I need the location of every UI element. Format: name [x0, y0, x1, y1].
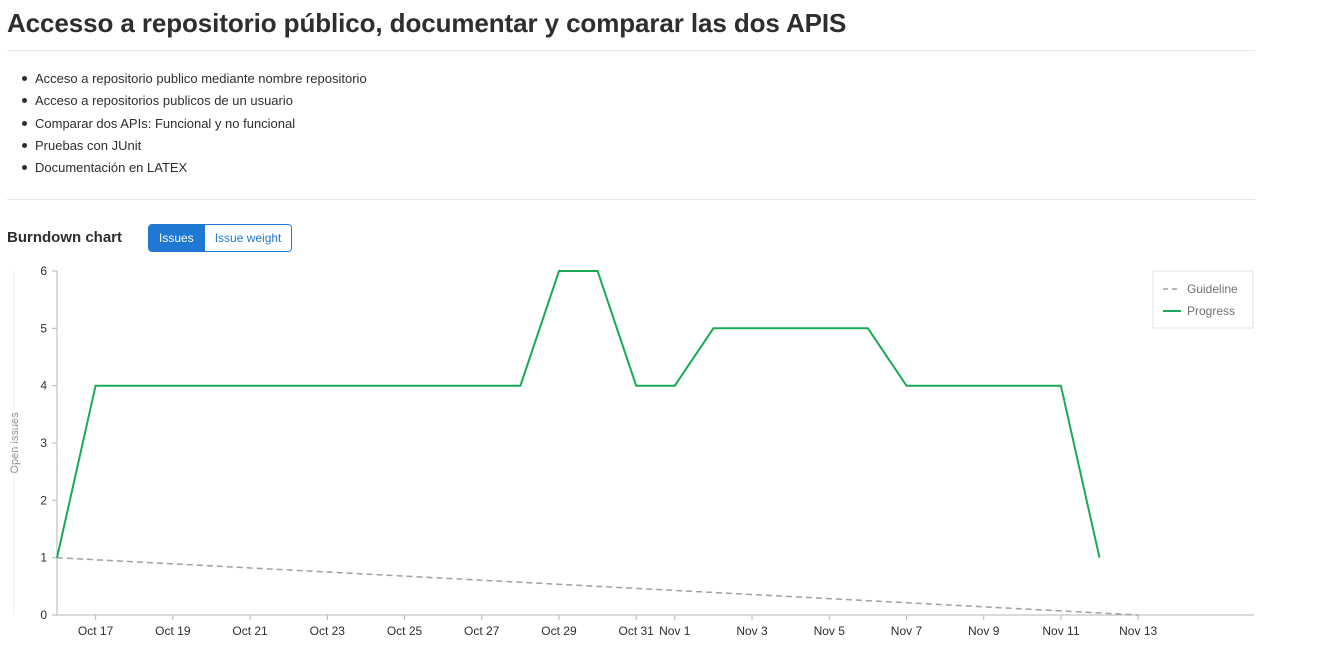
bullet-icon [22, 120, 27, 126]
x-tick-label: Oct 21 [232, 624, 268, 638]
x-tick-label: Nov 9 [968, 624, 1000, 638]
title-divider [7, 50, 1255, 51]
x-tick-label: Oct 25 [387, 624, 423, 638]
x-tick-label: Oct 17 [78, 624, 114, 638]
x-tick-label: Nov 1 [659, 624, 691, 638]
chart-type-toggle: Issues Issue weight [148, 224, 293, 252]
issue-weight-toggle-button[interactable]: Issue weight [203, 225, 292, 251]
y-tick-label: 6 [40, 264, 47, 278]
description-item: Acceso a repositorio publico mediante no… [22, 68, 367, 90]
y-axis-title: Open issues [9, 412, 21, 474]
x-tick-label: Nov 11 [1042, 624, 1079, 638]
x-tick-label: Nov 3 [736, 624, 768, 638]
y-tick-label: 2 [40, 493, 47, 507]
y-tick-label: 0 [40, 608, 47, 622]
progress-line [56, 270, 1101, 558]
x-tick-label: Nov 7 [891, 624, 923, 638]
bullet-icon [22, 98, 27, 104]
description-item: Documentación en LATEX [22, 157, 367, 179]
description-item-text: Acceso a repositorio publico mediante no… [35, 71, 367, 86]
description-list: Acceso a repositorio publico mediante no… [22, 68, 367, 179]
y-tick-label: 5 [40, 321, 47, 335]
bullet-icon [22, 76, 27, 81]
description-item-text: Acceso a repositorios publicos de un usu… [35, 93, 293, 109]
guideline-line [56, 556, 1139, 616]
x-tick-label: Oct 23 [310, 624, 346, 638]
description-item: Comparar dos APIs: Funcional y no funcio… [22, 113, 367, 135]
x-tick-label: Oct 27 [464, 624, 500, 638]
page-title: Accesso a repositorio público, documenta… [7, 8, 847, 38]
issues-toggle-button[interactable]: Issues [149, 225, 204, 251]
description-item-text: Documentación en LATEX [35, 160, 188, 176]
y-tick-label: 3 [40, 436, 47, 450]
bullet-icon [22, 142, 27, 148]
x-tick-label: Oct 19 [155, 624, 191, 638]
y-tick-label: 4 [40, 379, 47, 393]
y-tick-label: 1 [40, 551, 47, 565]
legend-label-progress: Progress [1187, 304, 1235, 318]
description-item-text: Comparar dos APIs: Funcional y no funcio… [35, 115, 296, 131]
section-divider [7, 199, 1255, 200]
x-tick-label: Nov 13 [1119, 624, 1157, 638]
description-item-text: Pruebas con JUnit [35, 137, 142, 153]
description-item: Acceso a repositorios publicos de un usu… [22, 90, 367, 112]
x-tick-label: Oct 29 [541, 624, 577, 638]
legend-label-guideline: Guideline [1187, 282, 1238, 296]
bullet-icon [22, 165, 27, 171]
x-tick-label: Nov 5 [814, 624, 846, 638]
chart-legend [1152, 270, 1254, 329]
burndown-chart-heading: Burndown chart [7, 229, 122, 246]
x-tick-label: Oct 31 [619, 624, 655, 638]
description-item: Pruebas con JUnit [22, 135, 367, 157]
